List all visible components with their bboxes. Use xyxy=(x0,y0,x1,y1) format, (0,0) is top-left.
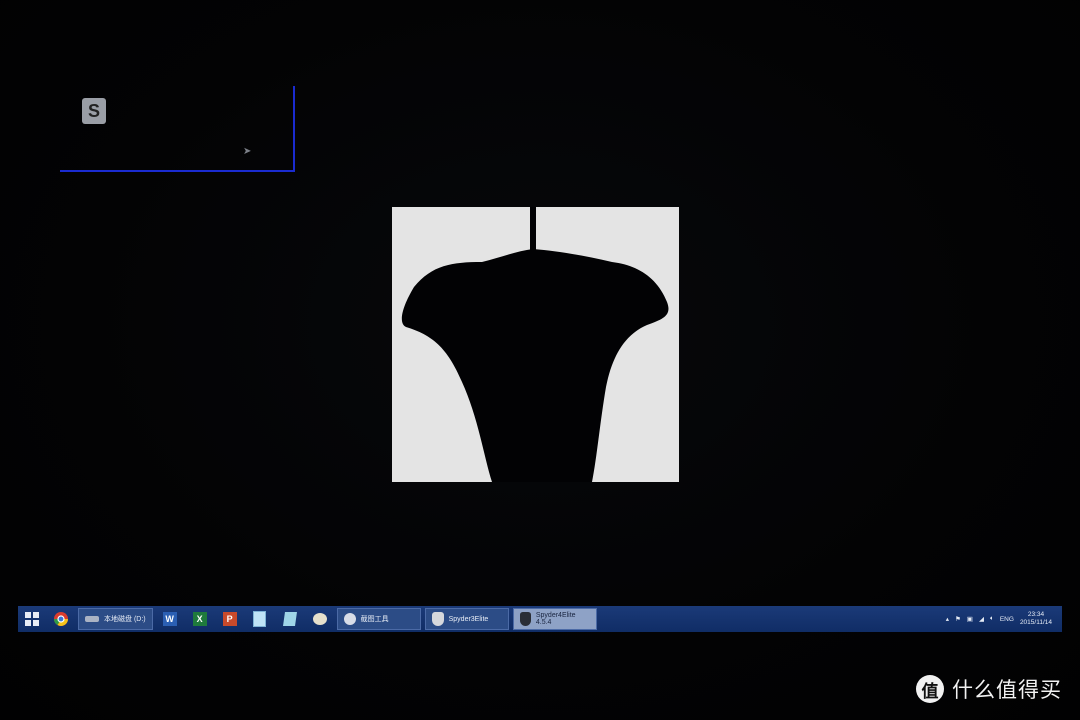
calibration-top-gap xyxy=(530,207,536,252)
watermark-text: 什么值得买 xyxy=(952,678,1062,702)
desktop-screen: S ➤ 本地磁盘 (D:) W X P 截图工具 Spyder3Elite Sp… xyxy=(0,0,1080,720)
spyder-s-icon: S xyxy=(82,98,106,124)
calibration-target xyxy=(392,207,679,482)
volume-icon[interactable]: 🔈︎ xyxy=(990,615,994,623)
network-flag-icon[interactable]: ⚑ xyxy=(955,615,961,623)
taskbar-button-label: Spyder4Elite 4.5.4 xyxy=(535,612,576,626)
taskbar-button-label: 本地磁盘 (D:) xyxy=(104,616,146,623)
arrow-cursor-icon: ➤ xyxy=(243,146,252,157)
spyder3-icon xyxy=(431,612,444,626)
action-center-icon[interactable]: ▣ xyxy=(967,615,973,623)
tray-overflow-icon[interactable]: ▴ xyxy=(946,615,949,623)
taskbar-button-spyder4[interactable]: Spyder4Elite 4.5.4 xyxy=(512,608,597,630)
chrome-icon[interactable] xyxy=(46,606,76,632)
watermark: 值 什么值得买 xyxy=(916,674,1062,704)
taskbar: 本地磁盘 (D:) W X P 截图工具 Spyder3Elite Spyder… xyxy=(18,606,1062,632)
taskbar-button-drive[interactable]: 本地磁盘 (D:) xyxy=(78,608,153,630)
paint-icon[interactable] xyxy=(305,606,335,632)
taskbar-button-spyder3[interactable]: Spyder3Elite xyxy=(424,608,509,630)
file-icon[interactable] xyxy=(275,606,305,632)
taskbar-button-label: 截图工具 xyxy=(360,616,389,623)
windows-start-icon[interactable] xyxy=(18,606,46,632)
clock-time: 23:34 xyxy=(1027,611,1045,618)
powerpoint-icon[interactable]: P xyxy=(215,606,245,632)
spyder-notification[interactable]: S ➤ xyxy=(60,86,295,172)
drive-icon xyxy=(85,616,99,622)
clock-date: 2015/11/14 xyxy=(1019,619,1052,626)
word-icon[interactable]: W xyxy=(155,606,185,632)
snipping-tool-icon xyxy=(343,613,356,625)
excel-icon[interactable]: X xyxy=(185,606,215,632)
watermark-logo-icon: 值 xyxy=(916,675,944,703)
taskbar-button-snipping[interactable]: 截图工具 xyxy=(336,608,421,630)
system-tray: ▴ ⚑ ▣ ◢ 🔈︎ ENG 23:34 2015/11/14 xyxy=(946,611,1062,627)
input-language[interactable]: ENG xyxy=(1000,616,1014,623)
notepad-icon[interactable] xyxy=(245,606,275,632)
spyder4-icon xyxy=(519,612,531,626)
taskbar-button-label: Spyder3Elite xyxy=(448,615,489,623)
clock[interactable]: 23:34 2015/11/14 xyxy=(1020,611,1052,627)
signal-icon[interactable]: ◢ xyxy=(979,615,984,623)
